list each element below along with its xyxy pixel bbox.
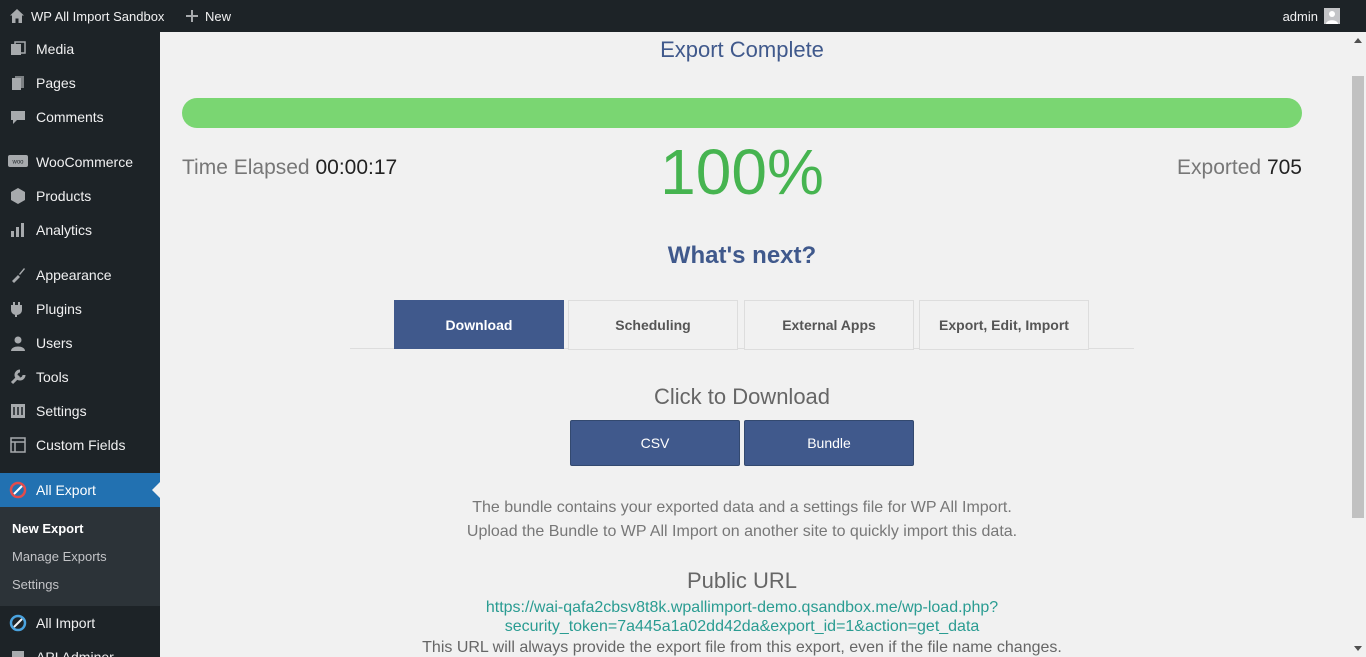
svg-text:woo: woo bbox=[11, 160, 24, 166]
sidebar-item-label: Products bbox=[36, 188, 92, 204]
sidebar-item-label: Analytics bbox=[36, 222, 93, 238]
analytics-icon bbox=[0, 221, 36, 239]
tab-external-apps[interactable]: External Apps bbox=[744, 300, 914, 350]
sidebar-item-woocommerce[interactable]: woo WooCommerce bbox=[0, 145, 160, 179]
sidebar-item-appearance[interactable]: Appearance bbox=[0, 258, 160, 292]
exported-count: Exported 705 bbox=[1177, 156, 1302, 180]
scroll-down-arrow-icon[interactable] bbox=[1354, 646, 1362, 651]
csv-download-button[interactable]: CSV bbox=[570, 420, 740, 466]
pages-icon bbox=[0, 74, 36, 92]
woocommerce-icon: woo bbox=[0, 155, 36, 169]
custom-fields-icon bbox=[0, 436, 36, 454]
sidebar-item-analytics[interactable]: Analytics bbox=[0, 213, 160, 247]
sidebar-item-label: WooCommerce bbox=[36, 154, 133, 170]
sidebar-item-label: Users bbox=[36, 335, 73, 351]
sidebar-item-products[interactable]: Products bbox=[0, 179, 160, 213]
percent-complete: 100% bbox=[660, 136, 824, 208]
click-to-download-heading: Click to Download bbox=[653, 384, 831, 409]
sidebar-item-users[interactable]: Users bbox=[0, 326, 160, 360]
new-content-link[interactable]: New bbox=[185, 0, 231, 32]
my-account-link[interactable]: admin bbox=[1283, 0, 1340, 32]
exported-value: 705 bbox=[1266, 156, 1302, 179]
tab-scheduling[interactable]: Scheduling bbox=[568, 300, 738, 350]
sidebar-item-custom-fields[interactable]: Custom Fields bbox=[0, 428, 160, 462]
products-icon bbox=[0, 187, 36, 205]
sidebar-item-label: Settings bbox=[36, 403, 87, 419]
tools-icon bbox=[0, 368, 36, 386]
sidebar-item-settings[interactable]: Settings bbox=[0, 394, 160, 428]
settings-icon bbox=[0, 402, 36, 420]
page-scrollbar[interactable] bbox=[1350, 32, 1366, 657]
bundle-description-line1: The bundle contains your exported data a… bbox=[472, 499, 1012, 516]
sidebar-item-label: Plugins bbox=[36, 301, 82, 317]
submenu-new-export[interactable]: New Export bbox=[12, 521, 84, 536]
public-url-heading: Public URL bbox=[686, 568, 798, 593]
sidebar-item-pages[interactable]: Pages bbox=[0, 66, 160, 100]
api-adminer-icon bbox=[0, 648, 36, 657]
site-name: WP All Import Sandbox bbox=[31, 8, 165, 24]
scroll-up-arrow-icon[interactable] bbox=[1354, 38, 1362, 43]
bundle-description-line2: Upload the Bundle to WP All Import on an… bbox=[466, 523, 1018, 540]
submenu-settings[interactable]: Settings bbox=[12, 577, 59, 592]
tab-download[interactable]: Download bbox=[394, 300, 564, 349]
scrollbar-thumb[interactable] bbox=[1352, 76, 1364, 518]
sidebar-item-label: Custom Fields bbox=[36, 437, 126, 453]
sidebar-item-media[interactable]: Media bbox=[0, 32, 160, 66]
sidebar-item-label: Pages bbox=[36, 75, 76, 91]
all-export-submenu: New Export Manage Exports Settings bbox=[0, 507, 160, 606]
submenu-manage-exports[interactable]: Manage Exports bbox=[12, 549, 107, 564]
sidebar-item-label: Tools bbox=[36, 369, 69, 385]
all-import-icon bbox=[0, 613, 36, 633]
avatar bbox=[1324, 8, 1340, 24]
tab-export-edit-import[interactable]: Export, Edit, Import bbox=[919, 300, 1089, 350]
progress-bar bbox=[182, 98, 1302, 128]
sidebar-item-plugins[interactable]: Plugins bbox=[0, 292, 160, 326]
home-icon bbox=[9, 8, 25, 24]
public-url-link-line2[interactable]: security_token=7a445a1a02dd42da&export_i… bbox=[160, 618, 1324, 636]
admin-bar: WP All Import Sandbox New admin bbox=[0, 0, 1366, 32]
media-icon bbox=[0, 40, 36, 58]
sidebar-item-label: Media bbox=[36, 41, 75, 57]
exported-label: Exported bbox=[1177, 156, 1262, 179]
user-name: admin bbox=[1282, 8, 1318, 24]
sidebar-item-all-export[interactable]: All Export bbox=[0, 473, 160, 507]
sidebar-item-label: Appearance bbox=[36, 267, 112, 283]
sidebar-item-tools[interactable]: Tools bbox=[0, 360, 160, 394]
sidebar-item-api-adminer[interactable]: API Adminer bbox=[0, 640, 160, 657]
sidebar-item-label: Comments bbox=[36, 109, 104, 125]
plugins-icon bbox=[0, 300, 36, 318]
public-url-note: This URL will always provide the export … bbox=[422, 639, 1062, 656]
page-title: Export Complete bbox=[660, 37, 824, 62]
site-name-link[interactable]: WP All Import Sandbox bbox=[9, 0, 164, 32]
appearance-icon bbox=[0, 266, 36, 284]
sidebar-item-label: API Adminer bbox=[36, 649, 114, 657]
sidebar-item-all-import[interactable]: All Import bbox=[0, 606, 160, 640]
all-export-icon bbox=[0, 480, 36, 500]
main-content: Export Complete Time Elapsed 00:00:17 10… bbox=[160, 32, 1350, 657]
new-label: New bbox=[205, 8, 232, 24]
sidebar-item-label: All Import bbox=[36, 615, 96, 631]
comments-icon bbox=[0, 108, 36, 126]
sidebar-item-comments[interactable]: Comments bbox=[0, 100, 160, 134]
public-url-link-line1[interactable]: https://wai-qafa2cbsv8t8k.wpallimport-de… bbox=[160, 599, 1324, 617]
admin-sidebar: Media Pages Comments woo WooCommerce Pro… bbox=[0, 32, 160, 657]
plus-icon bbox=[185, 9, 199, 23]
bundle-download-button[interactable]: Bundle bbox=[744, 420, 914, 466]
sidebar-item-label: All Export bbox=[36, 482, 96, 498]
users-icon bbox=[0, 334, 36, 352]
whats-next-heading: What's next? bbox=[667, 242, 817, 269]
